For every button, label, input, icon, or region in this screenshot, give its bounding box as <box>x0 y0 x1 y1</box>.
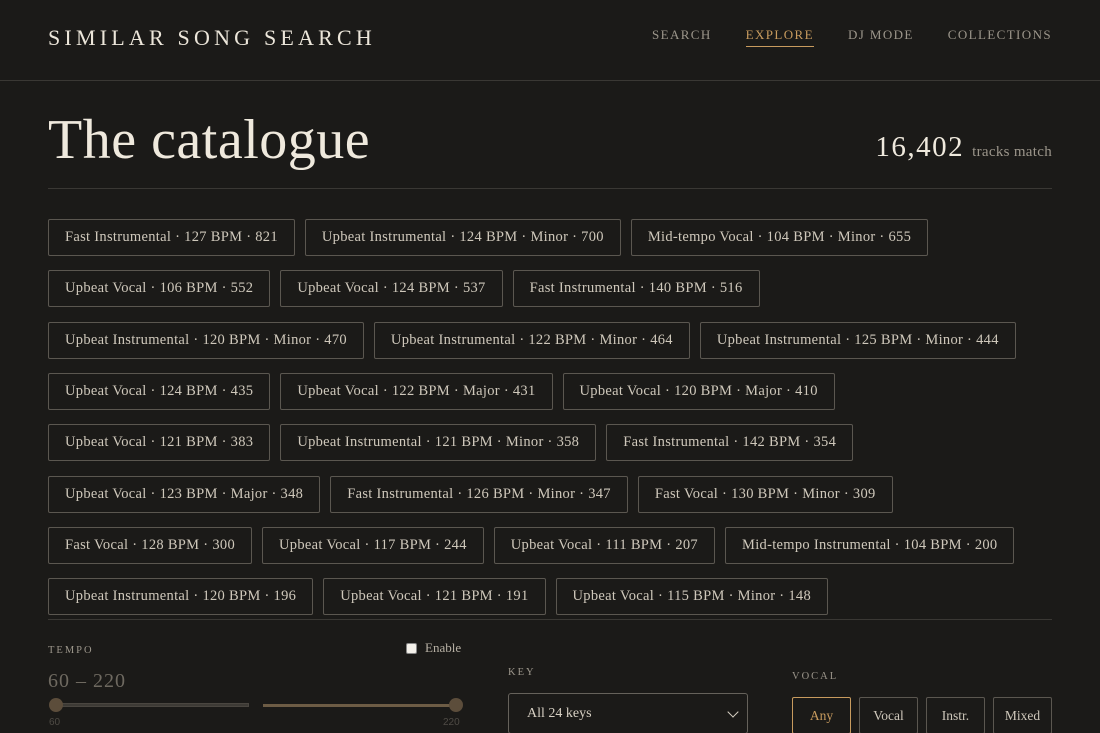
top-bar: SIMILAR SONG SEARCH SEARCH EXPLORE DJ MO… <box>0 0 1100 81</box>
cluster-chip[interactable]: Fast Instrumental · 142 BPM · 354 <box>606 424 854 462</box>
tempo-slider-min-handle[interactable] <box>49 698 63 712</box>
key-label: KEY <box>508 667 536 678</box>
match-count: 16,402 tracks match <box>875 131 1052 168</box>
cluster-chip[interactable]: Upbeat Vocal · 123 BPM · Major · 348 <box>48 475 321 513</box>
cluster-chip[interactable]: Fast Vocal · 128 BPM · 300 <box>48 526 252 564</box>
vocal-option-any[interactable]: Any <box>792 697 851 733</box>
nav-collections[interactable]: COLLECTIONS <box>948 27 1052 47</box>
cluster-chip[interactable]: Upbeat Instrumental · 122 BPM · Minor · … <box>373 321 690 359</box>
cluster-chip[interactable]: Upbeat Instrumental · 120 BPM · 196 <box>48 578 314 616</box>
cluster-chip[interactable]: Fast Instrumental · 127 BPM · 821 <box>48 219 295 256</box>
tempo-slider-track-max[interactable] <box>263 704 456 707</box>
tempo-enable-label: Enable <box>425 640 462 655</box>
tempo-max-tick: 220 <box>443 717 460 728</box>
cluster-chip[interactable]: Fast Instrumental · 126 BPM · Minor · 34… <box>330 475 628 513</box>
tempo-slider-track-min[interactable] <box>56 703 249 707</box>
vocal-option-vocal[interactable]: Vocal <box>859 697 918 733</box>
cluster-chip[interactable]: Upbeat Vocal · 124 BPM · 537 <box>280 270 503 308</box>
cluster-chip[interactable]: Upbeat Instrumental · 124 BPM · Minor · … <box>304 219 621 256</box>
tempo-enable-toggle[interactable]: Enable <box>406 640 461 656</box>
cluster-chip[interactable]: Fast Vocal · 130 BPM · Minor · 309 <box>637 475 893 513</box>
vocal-option-mixed[interactable]: Mixed <box>993 697 1052 733</box>
key-select[interactable]: All 24 keys <box>508 693 748 733</box>
tempo-range-value: 60 – 220 <box>48 670 126 692</box>
tempo-min-tick: 60 <box>49 717 61 728</box>
tempo-enable-checkbox[interactable] <box>406 642 417 654</box>
cluster-chip[interactable]: Mid-tempo Instrumental · 104 BPM · 200 <box>725 526 1015 564</box>
cluster-chip[interactable]: Upbeat Vocal · 124 BPM · 435 <box>48 372 271 410</box>
nav-explore[interactable]: EXPLORE <box>745 27 814 47</box>
cluster-chip[interactable]: Upbeat Vocal · 121 BPM · 191 <box>323 578 546 616</box>
tempo-slider-max-handle[interactable] <box>449 698 463 712</box>
nav-search[interactable]: SEARCH <box>652 27 712 47</box>
brand-logo[interactable]: SIMILAR SONG SEARCH <box>48 25 376 51</box>
title-row: The catalogue 16,402 tracks match <box>48 81 1052 189</box>
cluster-chip[interactable]: Upbeat Vocal · 111 BPM · 207 <box>493 526 715 564</box>
cluster-chip[interactable]: Upbeat Vocal · 115 BPM · Minor · 148 <box>555 578 829 616</box>
match-count-number: 16,402 <box>875 131 965 163</box>
chevron-down-icon <box>727 705 739 718</box>
nav-dj-mode[interactable]: DJ MODE <box>848 27 914 47</box>
key-select-value: All 24 keys <box>527 705 592 721</box>
filter-panel: TEMPO Enable 60 – 220 60 220 KEY All 24 … <box>48 620 1052 733</box>
cluster-chip[interactable]: Upbeat Vocal · 120 BPM · Major · 410 <box>562 372 835 410</box>
vocal-option-instrumental[interactable]: Instr. <box>926 697 985 733</box>
main-nav: SEARCH EXPLORE DJ MODE COLLECTIONS <box>652 27 1052 47</box>
match-count-label: tracks match <box>972 144 1052 160</box>
cluster-chip[interactable]: Fast Instrumental · 140 BPM · 516 <box>512 270 760 308</box>
cluster-chip[interactable]: Upbeat Instrumental · 125 BPM · Minor · … <box>699 321 1016 359</box>
cluster-chip[interactable]: Upbeat Vocal · 122 BPM · Major · 431 <box>280 372 553 410</box>
cluster-chip[interactable]: Upbeat Instrumental · 120 BPM · Minor · … <box>48 321 364 359</box>
cluster-chip[interactable]: Mid-tempo Vocal · 104 BPM · Minor · 655 <box>630 219 929 256</box>
vocal-segmented-control: Any Vocal Instr. Mixed <box>792 697 1052 733</box>
main-content: The catalogue 16,402 tracks match Fast I… <box>0 81 1100 733</box>
cluster-chip-list: Fast Instrumental · 127 BPM · 821 Upbeat … <box>48 189 1052 620</box>
cluster-chip[interactable]: Upbeat Vocal · 121 BPM · 383 <box>48 424 271 462</box>
vocal-label: VOCAL <box>792 671 839 682</box>
cluster-chip[interactable]: Upbeat Vocal · 106 BPM · 552 <box>48 270 271 308</box>
tempo-label: TEMPO <box>48 645 94 656</box>
cluster-chip[interactable]: Upbeat Vocal · 117 BPM · 244 <box>262 526 484 564</box>
cluster-chip[interactable]: Upbeat Instrumental · 121 BPM · Minor · … <box>280 424 597 462</box>
page-title: The catalogue <box>48 109 371 171</box>
